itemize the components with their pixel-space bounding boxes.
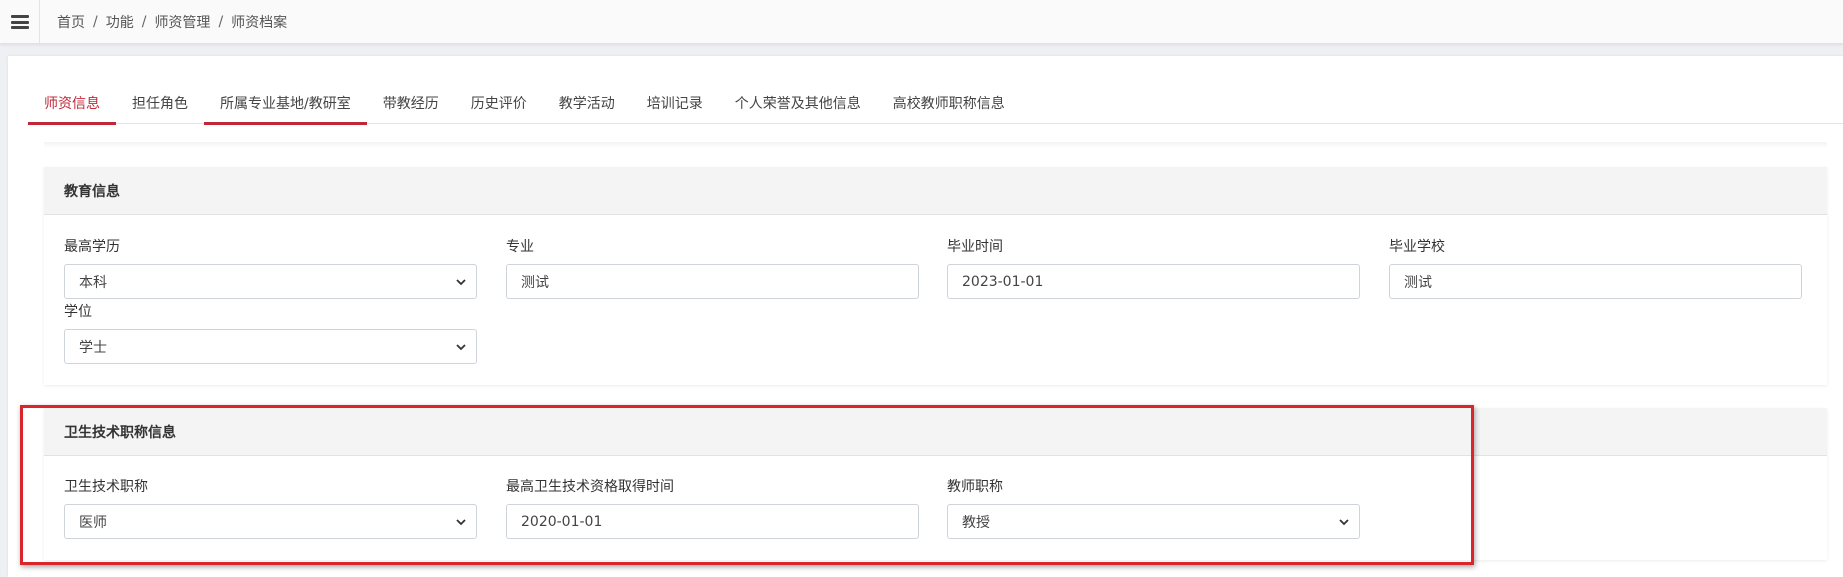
breadcrumb-home[interactable]: 首页 [57, 12, 85, 32]
tab-teaching-experience[interactable]: 带教经历 [367, 82, 455, 124]
graduation-school-label: 毕业学校 [1389, 239, 1445, 255]
major-input[interactable]: 测试 [506, 264, 919, 299]
major-value: 测试 [521, 274, 549, 291]
graduation-date-label: 毕业时间 [947, 239, 1003, 255]
qualification-date-label: 最高卫生技术资格取得时间 [506, 479, 674, 495]
graduation-school-field: 毕业学校 测试 [1389, 238, 1802, 299]
education-section: 教育信息 最高学历 本科 专业 测试 毕业时间 2023-01-01 毕业学校 … [44, 167, 1827, 385]
health-tech-title-select[interactable]: 医师 [64, 504, 477, 539]
graduation-date-field: 毕业时间 2023-01-01 [947, 238, 1360, 299]
health-title-section-title: 卫生技术职称信息 [44, 408, 1827, 456]
breadcrumb-separator: / [218, 14, 224, 30]
qualification-date-value: 2020-01-01 [521, 513, 603, 530]
education-section-title: 教育信息 [44, 167, 1827, 215]
graduation-date-input[interactable]: 2023-01-01 [947, 264, 1360, 299]
tab-history-evaluation[interactable]: 历史评价 [455, 82, 543, 124]
major-field: 专业 测试 [506, 238, 919, 299]
graduation-school-value: 测试 [1404, 274, 1432, 291]
chevron-down-icon [1339, 519, 1349, 526]
chevron-down-icon [456, 519, 466, 526]
highest-education-label: 最高学历 [64, 239, 120, 255]
teacher-title-value: 教授 [962, 514, 990, 531]
breadcrumb-teacher-management[interactable]: 师资管理 [154, 12, 210, 32]
tab-teaching-activities[interactable]: 教学活动 [543, 82, 631, 124]
breadcrumb-separator: / [93, 14, 98, 30]
breadcrumb: 首页 / 功能 / 师资管理 / 师资档案 [57, 0, 287, 44]
menu-toggle-button[interactable] [0, 0, 40, 44]
highest-education-select[interactable]: 本科 [64, 264, 477, 299]
hamburger-icon [10, 15, 29, 29]
degree-select[interactable]: 学士 [64, 329, 477, 364]
section-divider [44, 142, 1827, 148]
teacher-title-field: 教师职称 教授 [947, 478, 1360, 539]
health-tech-title-label: 卫生技术职称 [64, 479, 148, 495]
tab-roles[interactable]: 担任角色 [116, 82, 204, 124]
degree-value: 学士 [79, 339, 107, 356]
tab-teacher-info[interactable]: 师资信息 [28, 82, 116, 125]
breadcrumb-separator: / [141, 14, 147, 30]
chevron-down-icon [456, 344, 466, 351]
highest-education-value: 本科 [79, 274, 107, 291]
graduation-school-input[interactable]: 测试 [1389, 264, 1802, 299]
breadcrumb-function[interactable]: 功能 [106, 12, 134, 32]
degree-label: 学位 [64, 304, 92, 320]
tab-base-department[interactable]: 所属专业基地/教研室 [204, 82, 367, 125]
teacher-title-label: 教师职称 [947, 479, 1003, 495]
tab-bar: 师资信息 担任角色 所属专业基地/教研室 带教经历 历史评价 教学活动 培训记录… [28, 82, 1843, 125]
chevron-down-icon [456, 279, 466, 286]
qualification-date-field: 最高卫生技术资格取得时间 2020-01-01 [506, 478, 919, 539]
top-bar: 首页 / 功能 / 师资管理 / 师资档案 [0, 0, 1843, 44]
teacher-title-select[interactable]: 教授 [947, 504, 1360, 539]
graduation-date-value: 2023-01-01 [962, 273, 1044, 290]
health-tech-title-value: 医师 [79, 514, 107, 531]
major-label: 专业 [506, 239, 534, 255]
health-tech-title-field: 卫生技术职称 医师 [64, 478, 477, 539]
qualification-date-input[interactable]: 2020-01-01 [506, 504, 919, 539]
highest-education-field: 最高学历 本科 [64, 238, 477, 299]
tab-honors[interactable]: 个人荣誉及其他信息 [719, 82, 877, 124]
breadcrumb-teacher-archive: 师资档案 [231, 15, 288, 31]
tab-training-records[interactable]: 培训记录 [631, 82, 719, 124]
health-title-section: 卫生技术职称信息 卫生技术职称 医师 最高卫生技术资格取得时间 2020-01-… [44, 408, 1827, 560]
degree-field: 学位 学士 [64, 303, 477, 364]
tab-university-titles[interactable]: 高校教师职称信息 [877, 82, 1021, 124]
